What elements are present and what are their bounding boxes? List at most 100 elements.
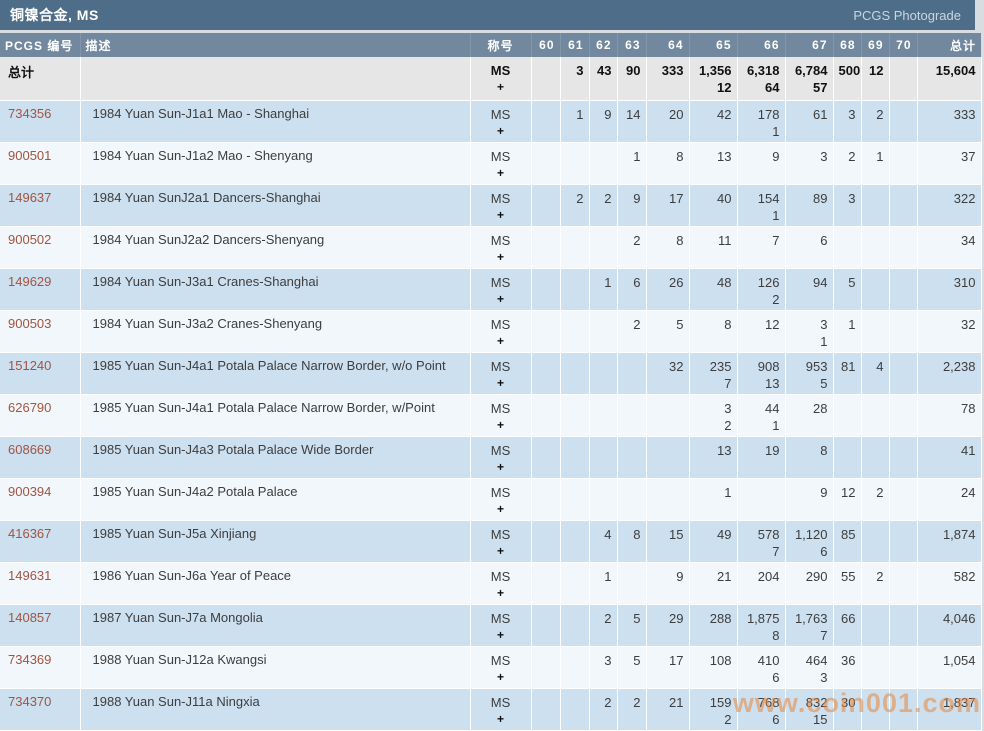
description-cell: 1985 Yuan Sun-J5a Xinjiang: [80, 520, 470, 562]
designation-plus-label: +: [476, 79, 526, 96]
table-row: 9005021984 Yuan SunJ2a2 Dancers-Shenyang…: [0, 226, 981, 268]
designation-ms-label: MS: [476, 484, 526, 501]
designation-cell: MS+: [470, 226, 531, 268]
pcgs-number-link[interactable]: 900502: [8, 232, 51, 247]
grade-62-cell: 1: [589, 562, 617, 604]
table-row: 7343701988 Yuan Sun-J11a NingxiaMS+22211…: [0, 688, 981, 730]
grade-63-cell: [617, 436, 646, 478]
pcgs-number-link[interactable]: 140857: [8, 610, 51, 625]
pcgs-number-link[interactable]: 900501: [8, 148, 51, 163]
grade-63-cell: [617, 352, 646, 394]
table-row: 1512401985 Yuan Sun-J4a1 Potala Palace N…: [0, 352, 981, 394]
pcgs-number-link[interactable]: 149631: [8, 568, 51, 583]
table-row: 7343561984 Yuan Sun-J1a1 Mao - ShanghaiM…: [0, 100, 981, 142]
grade-68-cell: 66: [833, 604, 861, 646]
pcgs-number-link[interactable]: 149637: [8, 190, 51, 205]
grade-70-cell: [889, 520, 917, 562]
grade-total-cell: 2,238: [917, 352, 981, 394]
grade-69-cell: [861, 604, 889, 646]
pcgs-number-link[interactable]: 734356: [8, 106, 51, 121]
pcgs-number-link[interactable]: 151240: [8, 358, 51, 373]
grade-62-cell: [589, 478, 617, 520]
grade-63-cell: [617, 478, 646, 520]
grade-67-cell: 1,1206: [785, 520, 833, 562]
grade-62-cell: [589, 352, 617, 394]
grade-66-cell: 1,8758: [737, 604, 785, 646]
grade-60-cell: [531, 184, 560, 226]
designation-cell: MS+: [470, 478, 531, 520]
grade-66-cell: 6,31864: [737, 57, 785, 100]
grade-63-cell: 1: [617, 142, 646, 184]
grade-65-cell: 32: [689, 394, 737, 436]
grade-68-cell: 5: [833, 268, 861, 310]
designation-plus-label: +: [476, 165, 526, 182]
grade-70-cell: [889, 268, 917, 310]
designation-cell: MS+: [470, 604, 531, 646]
grade-68-cell: 30: [833, 688, 861, 730]
grade-63-cell: [617, 394, 646, 436]
grade-62-cell: 2: [589, 688, 617, 730]
grade-70-cell: [889, 226, 917, 268]
designation-cell: MS+: [470, 646, 531, 688]
grade-63-cell: 2: [617, 226, 646, 268]
grade-62-cell: [589, 310, 617, 352]
grade-67-cell: 4643: [785, 646, 833, 688]
grade-69-cell: 12: [861, 57, 889, 100]
designation-ms-label: MS: [476, 106, 526, 123]
designation-cell: MS+: [470, 688, 531, 730]
grade-61-cell: [560, 394, 589, 436]
designation-ms-label: MS: [476, 232, 526, 249]
grade-69-cell: 1: [861, 142, 889, 184]
pcgs-number-link[interactable]: 626790: [8, 400, 51, 415]
pcgs-number-link[interactable]: 149629: [8, 274, 51, 289]
description-cell: [80, 57, 470, 100]
grade-67-cell: 3: [785, 142, 833, 184]
designation-cell: MS+: [470, 352, 531, 394]
pcgs-number-cell: 900502: [0, 226, 80, 268]
grade-total-cell: 78: [917, 394, 981, 436]
grade-69-cell: [861, 520, 889, 562]
description-cell: 1985 Yuan Sun-J4a3 Potala Palace Wide Bo…: [80, 436, 470, 478]
grade-65-cell: 48: [689, 268, 737, 310]
pcgs-number-link[interactable]: 734369: [8, 652, 51, 667]
grade-64-cell: 333: [646, 57, 689, 100]
grade-60-cell: [531, 604, 560, 646]
pcgs-number-link[interactable]: 900394: [8, 484, 51, 499]
description-cell: 1988 Yuan Sun-J11a Ningxia: [80, 688, 470, 730]
grade-64-cell: [646, 436, 689, 478]
pcgs-number-link[interactable]: 416367: [8, 526, 51, 541]
pcgs-number-link[interactable]: 608669: [8, 442, 51, 457]
grade-68-cell: 36: [833, 646, 861, 688]
designation-cell: MS+: [470, 100, 531, 142]
table-row: 1408571987 Yuan Sun-J7a MongoliaMS+25292…: [0, 604, 981, 646]
grade-67-cell: 61: [785, 100, 833, 142]
pcgs-number-link[interactable]: 734370: [8, 694, 51, 709]
grade-60-cell: [531, 646, 560, 688]
grade-total-cell: 24: [917, 478, 981, 520]
grade-61-cell: [560, 604, 589, 646]
column-header-64: 64: [646, 33, 689, 57]
grade-70-cell: [889, 57, 917, 100]
grade-66-cell: 12: [737, 310, 785, 352]
table-row: 6267901985 Yuan Sun-J4a1 Potala Palace N…: [0, 394, 981, 436]
grade-total-cell: 582: [917, 562, 981, 604]
grade-68-cell: 3: [833, 100, 861, 142]
grade-63-cell: 8: [617, 520, 646, 562]
grade-68-cell: [833, 436, 861, 478]
grade-69-cell: [861, 184, 889, 226]
grade-65-cell: 11: [689, 226, 737, 268]
grade-63-cell: 90: [617, 57, 646, 100]
population-table: PCGS 编号描述称号6061626364656667686970总计 总计MS…: [0, 33, 982, 731]
pcgs-number-link[interactable]: 900503: [8, 316, 51, 331]
grade-62-cell: 2: [589, 184, 617, 226]
grade-62-cell: [589, 394, 617, 436]
grade-65-cell: 288: [689, 604, 737, 646]
grade-61-cell: 1: [560, 100, 589, 142]
grade-66-cell: 1781: [737, 100, 785, 142]
table-row: 9005011984 Yuan Sun-J1a2 Mao - ShenyangM…: [0, 142, 981, 184]
grade-total-cell: 1,837: [917, 688, 981, 730]
column-header-65: 65: [689, 33, 737, 57]
grade-63-cell: 9: [617, 184, 646, 226]
grade-65-cell: 13: [689, 436, 737, 478]
column-header-pcgs-number: PCGS 编号: [0, 33, 80, 57]
